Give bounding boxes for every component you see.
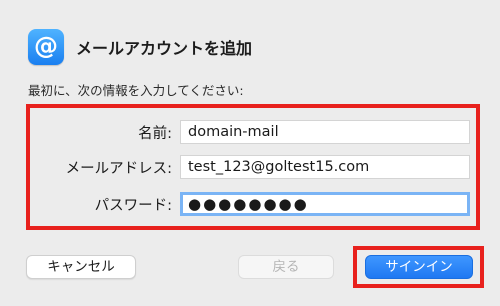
mail-at-icon: @ [28, 29, 64, 65]
cancel-button[interactable]: キャンセル [26, 255, 136, 279]
at-symbol: @ [34, 32, 58, 60]
password-label: パスワード: [94, 198, 172, 214]
account-form-highlight: 名前: domain-mail メールアドレス: test_123@goltes… [26, 104, 480, 230]
name-label: 名前: [138, 126, 172, 142]
password-field[interactable]: ●●●●●●●● [180, 192, 470, 216]
signin-button[interactable]: サインイン [365, 255, 473, 279]
dialog-header: @ メールアカウントを追加 [28, 29, 252, 65]
email-row: メールアドレス: test_123@goltest15.com [30, 155, 476, 179]
add-mail-account-dialog: @ メールアカウントを追加 最初に、次の情報を入力してください: 名前: dom… [0, 0, 500, 306]
dialog-title: メールアカウントを追加 [76, 39, 253, 58]
name-row: 名前: domain-mail [30, 120, 476, 144]
email-label: メールアドレス: [65, 161, 172, 177]
password-row: パスワード: ●●●●●●●● [30, 192, 476, 216]
email-field[interactable]: test_123@goltest15.com [180, 155, 470, 179]
dialog-instructions: 最初に、次の情報を入力してください: [28, 83, 244, 98]
name-field[interactable]: domain-mail [180, 120, 470, 144]
back-button[interactable]: 戻る [238, 255, 334, 279]
